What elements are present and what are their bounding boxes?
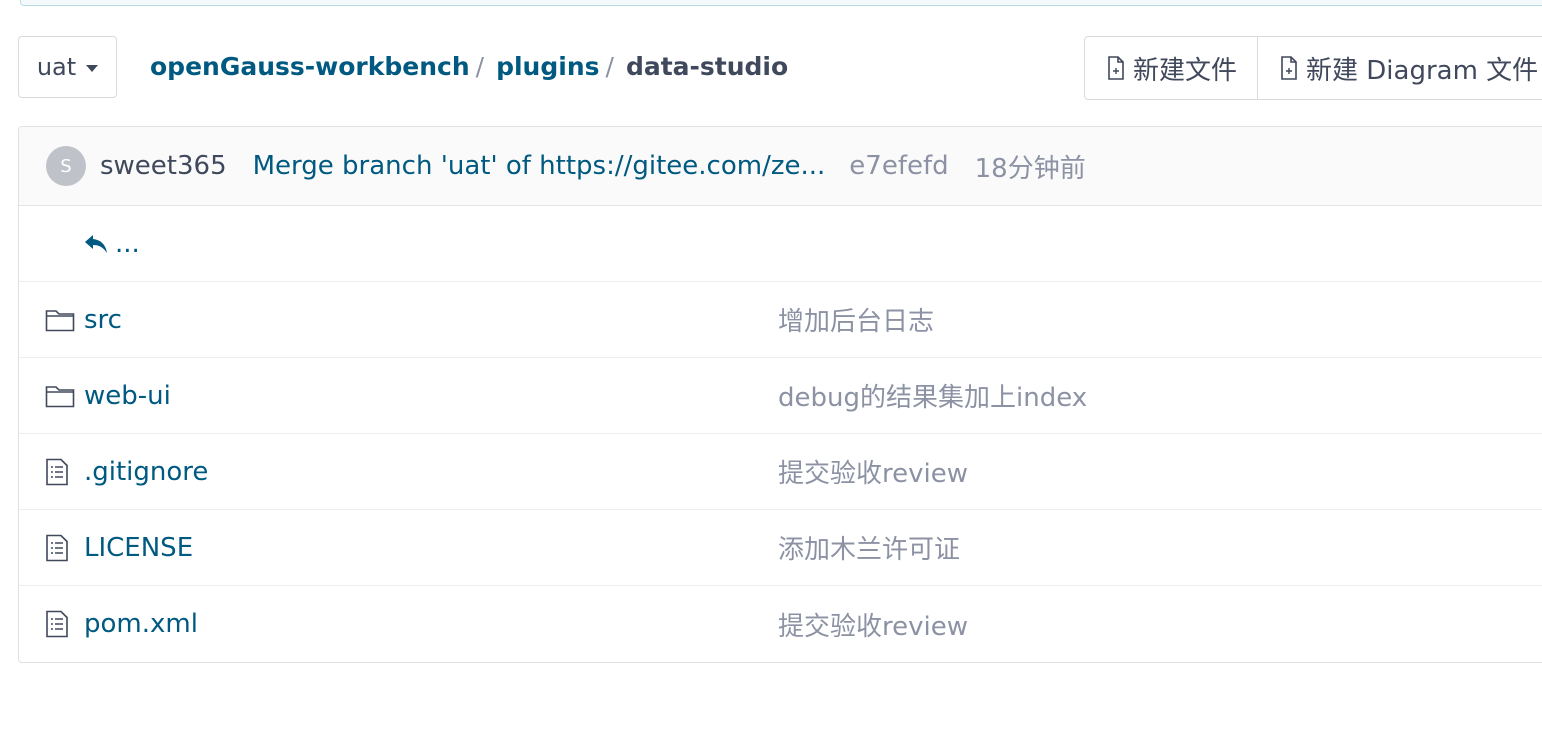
file-commit-message[interactable]: 提交验收review — [778, 453, 968, 490]
breadcrumb-repo-link[interactable]: openGauss-workbench — [150, 52, 470, 81]
breadcrumb-folder-link[interactable]: plugins — [496, 52, 599, 81]
avatar[interactable]: S — [46, 146, 86, 186]
file-commit-message[interactable]: 增加后台日志 — [778, 301, 934, 338]
latest-commit-bar: S sweet365 Merge branch 'uat' of https:/… — [19, 127, 1542, 206]
parent-directory-label: ... — [115, 228, 140, 259]
file-name-link[interactable]: LICENSE — [84, 533, 193, 563]
breadcrumb-current: data-studio — [625, 52, 789, 81]
file-text-icon — [45, 610, 69, 638]
new-diagram-label: 新建 Diagram 文件 — [1306, 55, 1539, 86]
file-row[interactable]: LICENSE 添加木兰许可证 — [19, 510, 1542, 586]
file-name-link[interactable]: src — [84, 305, 122, 335]
commit-author[interactable]: sweet365 — [100, 151, 227, 181]
commit-message[interactable]: Merge branch 'uat' of https://gitee.com/… — [253, 151, 826, 181]
new-file-label: 新建文件 — [1133, 55, 1238, 86]
file-list-panel: S sweet365 Merge branch 'uat' of https:/… — [18, 126, 1542, 663]
branch-name: uat — [36, 53, 77, 81]
breadcrumb-separator: / — [605, 52, 614, 81]
reply-back-icon — [83, 233, 109, 255]
caret-down-icon — [86, 64, 99, 72]
file-commit-message[interactable]: debug的结果集加上index — [778, 377, 1087, 414]
file-name-link[interactable]: pom.xml — [84, 609, 198, 639]
file-name-link[interactable]: .gitignore — [84, 457, 208, 487]
file-row[interactable]: pom.xml 提交验收review — [19, 586, 1542, 662]
file-commit-message[interactable]: 提交验收review — [778, 606, 968, 643]
breadcrumb-separator: / — [475, 52, 485, 81]
file-row[interactable]: src 增加后台日志 — [19, 282, 1542, 358]
new-diagram-button[interactable]: 新建 Diagram 文件 — [1257, 37, 1542, 99]
branch-select-button[interactable]: uat — [18, 36, 117, 98]
commit-sha[interactable]: e7efefd — [849, 151, 948, 181]
folder-icon — [45, 384, 75, 408]
top-banner-edge — [20, 0, 1542, 6]
breadcrumb: openGauss-workbench / plugins / data-stu… — [150, 52, 788, 81]
parent-directory-row[interactable]: ... — [19, 206, 1542, 282]
new-file-icon — [1107, 56, 1125, 80]
file-text-icon — [45, 534, 69, 562]
file-text-icon — [45, 458, 69, 486]
file-name-link[interactable]: web-ui — [84, 381, 171, 411]
file-commit-message[interactable]: 添加木兰许可证 — [778, 529, 960, 566]
file-row[interactable]: web-ui debug的结果集加上index — [19, 358, 1542, 434]
file-actions-group: 新建文件 新建 Diagram 文件 — [1084, 36, 1542, 100]
new-file-button[interactable]: 新建文件 — [1085, 37, 1257, 99]
commit-time: 18分钟前 — [974, 153, 1086, 184]
new-diagram-icon — [1280, 56, 1298, 80]
file-row[interactable]: .gitignore 提交验收review — [19, 434, 1542, 510]
folder-icon — [45, 308, 75, 332]
